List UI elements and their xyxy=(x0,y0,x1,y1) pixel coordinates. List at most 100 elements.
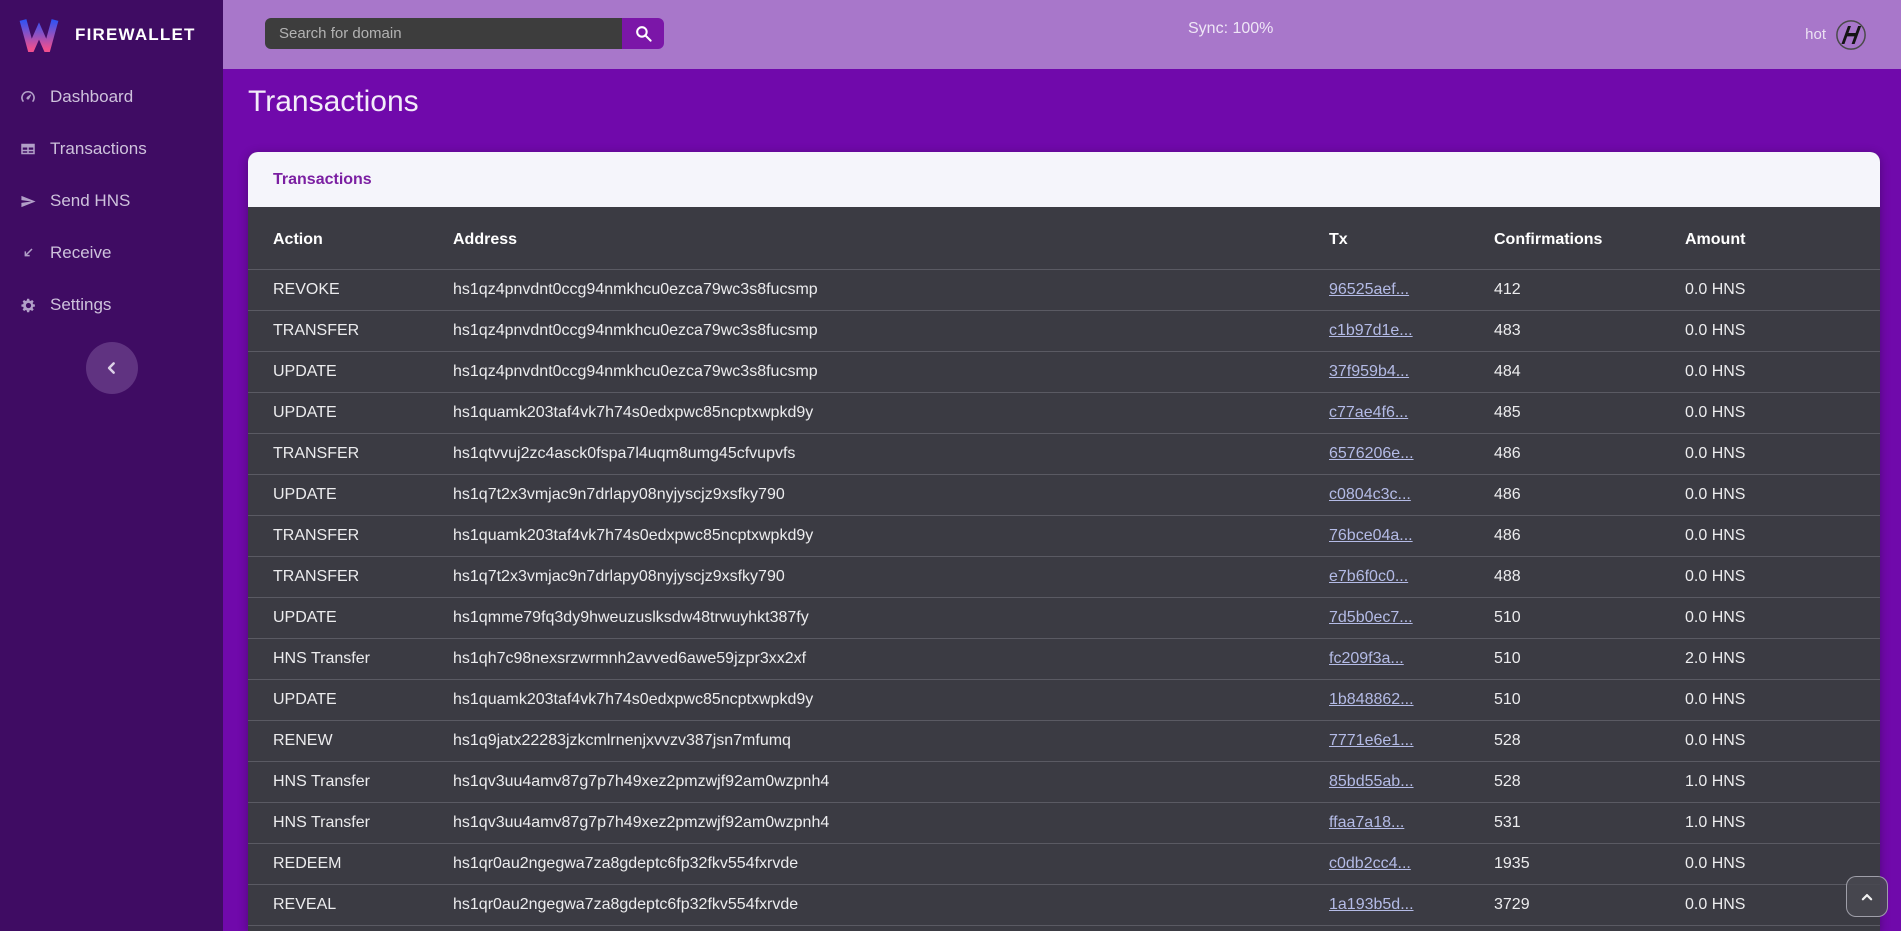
tx-link[interactable]: 1a193b5d... xyxy=(1329,896,1414,913)
cell-amount: 0.0 HNS xyxy=(1685,311,1880,352)
cell-address: hs1q7t2x3vmjac9n7drlapy08nyjyscjz9xsfky7… xyxy=(453,475,1329,516)
cell-address: hs1qr0au2ngegwa7za8gdeptc6fp32fkv554fxrv… xyxy=(453,885,1329,926)
tx-link[interactable]: 7d5b0ec7... xyxy=(1329,609,1413,626)
transactions-card: Transactions Action Address Tx Confirmat… xyxy=(248,152,1880,931)
sidebar-collapse-button[interactable] xyxy=(86,342,138,394)
cell-tx: 6576206e... xyxy=(1329,434,1494,475)
cell-address: hs1q9jatx22283jzkcmlrnenjxvvzv387jsn7mfu… xyxy=(453,721,1329,762)
tx-link[interactable]: c77ae4f6... xyxy=(1329,404,1408,421)
transactions-table-icon xyxy=(19,140,37,158)
tx-link[interactable]: e7b6f0c0... xyxy=(1329,568,1408,585)
sync-status: Sync: 100% xyxy=(1188,20,1273,38)
table-row: TRANSFERhs1qtvvuj2zc4asck0fspa7l4uqm8umg… xyxy=(248,434,1880,475)
cell-confirmations: 531 xyxy=(1494,803,1685,844)
tx-link[interactable]: 96525aef... xyxy=(1329,281,1409,298)
cell-amount: 0.0 HNS xyxy=(1685,475,1880,516)
cell-confirmations: 486 xyxy=(1494,434,1685,475)
column-header-confirmations: Confirmations xyxy=(1494,207,1685,270)
cell-amount: 0.0 HNS xyxy=(1685,557,1880,598)
send-plane-icon xyxy=(19,192,37,210)
search-input[interactable] xyxy=(265,18,622,49)
sidebar-item-label: Receive xyxy=(50,243,111,263)
brand-name: FIREWALLET xyxy=(75,25,196,45)
receive-arrow-icon xyxy=(19,244,37,262)
tx-link[interactable]: c0804c3c... xyxy=(1329,486,1411,503)
cell-address: hs1qz4pnvdnt0ccg94nmkhcu0ezca79wc3s8fucs… xyxy=(453,270,1329,311)
table-row: REVEALhs1qr0au2ngegwa7za8gdeptc6fp32fkv5… xyxy=(248,885,1880,926)
search-button[interactable] xyxy=(622,18,664,49)
cell-confirmations: 528 xyxy=(1494,721,1685,762)
firewallet-logo-icon xyxy=(19,18,59,52)
cell-tx: 7771e6e1... xyxy=(1329,721,1494,762)
cell-action: HNS Transfer xyxy=(248,639,453,680)
cell-address: hs1qv3uu4amv87g7p7h49xez2pmzwjf92am0wzpn… xyxy=(453,803,1329,844)
table-row: RENEWhs1q9jatx22283jzkcmlrnenjxvvzv387js… xyxy=(248,721,1880,762)
cell-action: UPDATE xyxy=(248,393,453,434)
cell-amount: 0.0 HNS xyxy=(1685,598,1880,639)
tx-link[interactable]: fc209f3a... xyxy=(1329,650,1404,667)
column-header-action: Action xyxy=(248,207,453,270)
table-row: UPDATEhs1quamk203taf4vk7h74s0edxpwc85ncp… xyxy=(248,393,1880,434)
cell-address: hs1qr0au2ngegwa7za8gdeptc6fp32fkv554fxrv… xyxy=(453,844,1329,885)
tx-link[interactable]: 76bce04a... xyxy=(1329,527,1413,544)
table-header-row: Action Address Tx Confirmations Amount xyxy=(248,207,1880,270)
column-header-tx: Tx xyxy=(1329,207,1494,270)
cell-amount: 0.0 HNS xyxy=(1685,270,1880,311)
cell-tx: 85bd55ab... xyxy=(1329,762,1494,803)
cell-amount: 1.0 HNS xyxy=(1685,803,1880,844)
cell-tx: 1b848862... xyxy=(1329,680,1494,721)
table-row: UPDATEhs1quamk203taf4vk7h74s0edxpwc85ncp… xyxy=(248,680,1880,721)
cell-confirmations: 488 xyxy=(1494,557,1685,598)
sidebar-item-send-hns[interactable]: Send HNS xyxy=(0,175,223,227)
cell-address: hs1qmme79fq3dy9hweuzuslksdw48trwuyhkt387… xyxy=(453,598,1329,639)
table-row: UPDATEhs1qmme79fq3dy9hweuzuslksdw48trwuy… xyxy=(248,598,1880,639)
table-row: UPDATEhs1qz4pnvdnt0ccg94nmkhcu0ezca79wc3… xyxy=(248,352,1880,393)
table-row: TRANSFERhs1quamk203taf4vk7h74s0edxpwc85n… xyxy=(248,516,1880,557)
sidebar-item-label: Send HNS xyxy=(50,191,130,211)
cell-tx: c0804c3c... xyxy=(1329,475,1494,516)
sidebar-item-label: Settings xyxy=(50,295,111,315)
cell-confirmations: 1935 xyxy=(1494,844,1685,885)
sidebar-item-receive[interactable]: Receive xyxy=(0,227,223,279)
cell-action: TRANSFER xyxy=(248,516,453,557)
tx-link[interactable]: 6576206e... xyxy=(1329,445,1414,462)
wallet-menu: hot xyxy=(1805,0,1867,69)
main-content: Transactions Transactions Action Address… xyxy=(223,69,1901,931)
cell-tx: fc209f3a... xyxy=(1329,639,1494,680)
cell-tx: c0db2cc4... xyxy=(1329,844,1494,885)
scroll-to-top-button[interactable] xyxy=(1846,876,1888,917)
table-row: TRANSFERhs1qz4pnvdnt0ccg94nmkhcu0ezca79w… xyxy=(248,311,1880,352)
column-header-address: Address xyxy=(453,207,1329,270)
cell-action: REVOKE xyxy=(248,270,453,311)
cell-action: TRANSFER xyxy=(248,557,453,598)
chevron-left-icon xyxy=(102,358,122,378)
sidebar-item-settings[interactable]: Settings xyxy=(0,279,223,331)
tx-link[interactable]: ffaa7a18... xyxy=(1329,814,1404,831)
cell-tx: e7b6f0c0... xyxy=(1329,557,1494,598)
cell-address: hs1qz4pnvdnt0ccg94nmkhcu0ezca79wc3s8fucs… xyxy=(453,352,1329,393)
page-title: Transactions xyxy=(248,83,1901,120)
cell-confirmations: 484 xyxy=(1494,352,1685,393)
topbar: Sync: 100% hot xyxy=(223,0,1901,69)
cell-action: TRANSFER xyxy=(248,434,453,475)
tx-link[interactable]: 85bd55ab... xyxy=(1329,773,1414,790)
cell-confirmations: 486 xyxy=(1494,475,1685,516)
cell-confirmations: 3729 xyxy=(1494,885,1685,926)
cell-amount: 1.0 HNS xyxy=(1685,762,1880,803)
cell-address: hs1quamk203taf4vk7h74s0edxpwc85ncptxwpkd… xyxy=(453,680,1329,721)
tx-link[interactable]: 1b848862... xyxy=(1329,691,1414,708)
cell-confirmations: 412 xyxy=(1494,270,1685,311)
table-row: REDEEMhs1qr0au2ngegwa7za8gdeptc6fp32fkv5… xyxy=(248,844,1880,885)
sidebar-item-dashboard[interactable]: Dashboard xyxy=(0,71,223,123)
sidebar-item-transactions[interactable]: Transactions xyxy=(0,123,223,175)
tx-link[interactable]: 7771e6e1... xyxy=(1329,732,1414,749)
cell-action: REDEEM xyxy=(248,844,453,885)
wallet-name: hot xyxy=(1805,26,1826,43)
cell-address: hs1qv3uu4amv87g7p7h49xez2pmzwjf92am0wzpn… xyxy=(453,762,1329,803)
tx-link[interactable]: c1b97d1e... xyxy=(1329,322,1413,339)
cell-address: hs1q7t2x3vmjac9n7drlapy08nyjyscjz9xsfky7… xyxy=(453,557,1329,598)
handshake-wallet-icon[interactable] xyxy=(1835,19,1867,51)
table-row: UPDATEhs1q7t2x3vmjac9n7drlapy08nyjyscjz9… xyxy=(248,475,1880,516)
tx-link[interactable]: 37f959b4... xyxy=(1329,363,1409,380)
tx-link[interactable]: c0db2cc4... xyxy=(1329,855,1411,872)
